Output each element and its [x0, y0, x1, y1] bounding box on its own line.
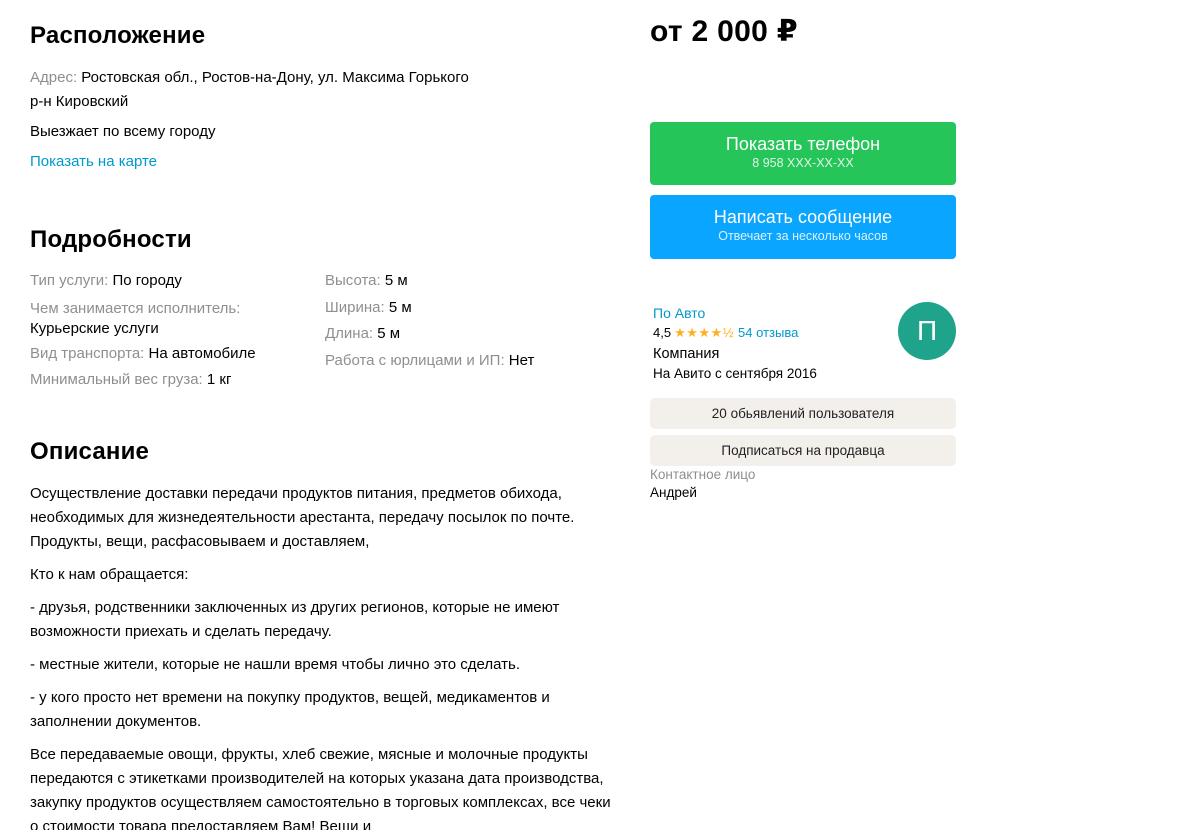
details-column-right: Высота: 5 м Ширина: 5 м Длина: 5 м Работ… [325, 268, 620, 374]
detail-label: Высота: [325, 272, 381, 289]
detail-row-activity: Чем занимается исполнитель: Курьерские у… [30, 299, 320, 339]
write-message-button[interactable]: Написать сообщение Отвечает за несколько… [650, 195, 956, 259]
detail-value: На автомобиле [148, 344, 256, 362]
details-heading: Подробности [30, 226, 192, 253]
district: р-н Кировский [30, 93, 129, 110]
contact-person-label: Контактное лицо [650, 467, 756, 482]
reviews-link[interactable]: 54 отзыва [738, 325, 798, 340]
description-paragraph: - у кого просто нет времени на покупку п… [30, 689, 550, 730]
show-phone-button[interactable]: Показать телефон 8 958 XXX-XX-XX [650, 122, 956, 185]
detail-label: Ширина: [325, 298, 385, 316]
location-heading: Расположение [30, 22, 206, 49]
detail-row-legal-entities: Работа с юрлицами и ИП: Нет [325, 348, 620, 375]
description-paragraph: - местные жители, которые не нашли время… [30, 656, 521, 673]
description-paragraph: Кто к нам обращается: [30, 566, 189, 583]
address-value: Ростовская обл., Ростов-на-Дону, ул. Мак… [81, 69, 469, 86]
detail-row-transport: Вид транспорта: На автомобиле [30, 341, 320, 368]
description-paragraph: - друзья, родственники заключенных из др… [30, 599, 560, 640]
detail-value: 5 м [377, 325, 401, 342]
details-grid: Тип услуги: По городу Чем занимается исп… [30, 268, 620, 388]
coverage-text: Выезжает по всему городу [30, 123, 216, 140]
detail-label: Вид транспорта: [30, 344, 145, 362]
detail-value: 1 кг [206, 371, 232, 388]
details-column-left: Тип услуги: По городу Чем занимается исп… [30, 268, 320, 394]
detail-value: 5 м [388, 298, 412, 316]
contact-person-name: Андрей [650, 485, 697, 500]
detail-label: Тип услуги: [30, 272, 109, 289]
rating-stars-icon: ★★★★½ [674, 325, 735, 340]
detail-row-min-weight: Минимальный вес груза: 1 кг [30, 367, 320, 394]
detail-row-length: Длина: 5 м [325, 321, 620, 348]
detail-value: По городу [112, 272, 182, 289]
detail-value: 5 м [384, 272, 408, 289]
show-phone-label: Показать телефон [725, 134, 881, 154]
description-paragraph: Осуществление доставки передачи продукто… [30, 485, 575, 550]
seller-since: На Авито с сентября 2016 [653, 366, 817, 381]
masked-phone: 8 958 XXX-XX-XX [752, 156, 854, 170]
detail-row-height: Высота: 5 м [325, 268, 620, 295]
detail-value: Нет [508, 351, 535, 369]
address-row: Адрес: Ростовская обл., Ростов-на-Дону, … [30, 66, 620, 90]
subscribe-seller-button[interactable]: Подписаться на продавца [650, 435, 956, 466]
show-on-map-link[interactable]: Показать на карте [30, 150, 620, 174]
description-section: Описание Осуществление доставки передачи… [30, 438, 620, 830]
location-section: Расположение Адрес: Ростовская обл., Рос… [30, 22, 620, 174]
detail-value: Курьерские услуги [30, 319, 159, 337]
contact-person: Контактное лицо Андрей [650, 466, 956, 502]
detail-label: Длина: [325, 325, 374, 342]
description-paragraph: Все передаваемые овощи, фрукты, хлеб све… [30, 746, 611, 830]
detail-row-width: Ширина: 5 м [325, 295, 620, 322]
seller-avatar[interactable]: П [898, 302, 956, 360]
details-section: Подробности Тип услуги: По городу Чем за… [30, 226, 620, 388]
detail-row-service-type: Тип услуги: По городу [30, 268, 320, 295]
response-time: Отвечает за несколько часов [718, 229, 888, 243]
detail-label: Минимальный вес груза: [30, 371, 203, 388]
address-label: Адрес: [30, 69, 78, 86]
user-ads-button[interactable]: 20 обьявлений пользователя [650, 398, 956, 429]
write-message-label: Написать сообщение [713, 207, 893, 227]
price: от 2 000 ₽ [650, 15, 798, 48]
listing-page: Расположение Адрес: Ростовская обл., Рос… [0, 0, 1200, 830]
detail-label: Чем занимается исполнитель: [30, 299, 241, 317]
detail-label: Работа с юрлицами и ИП: [325, 351, 505, 369]
description-heading: Описание [30, 438, 150, 465]
rating-value: 4,5 [653, 325, 672, 340]
